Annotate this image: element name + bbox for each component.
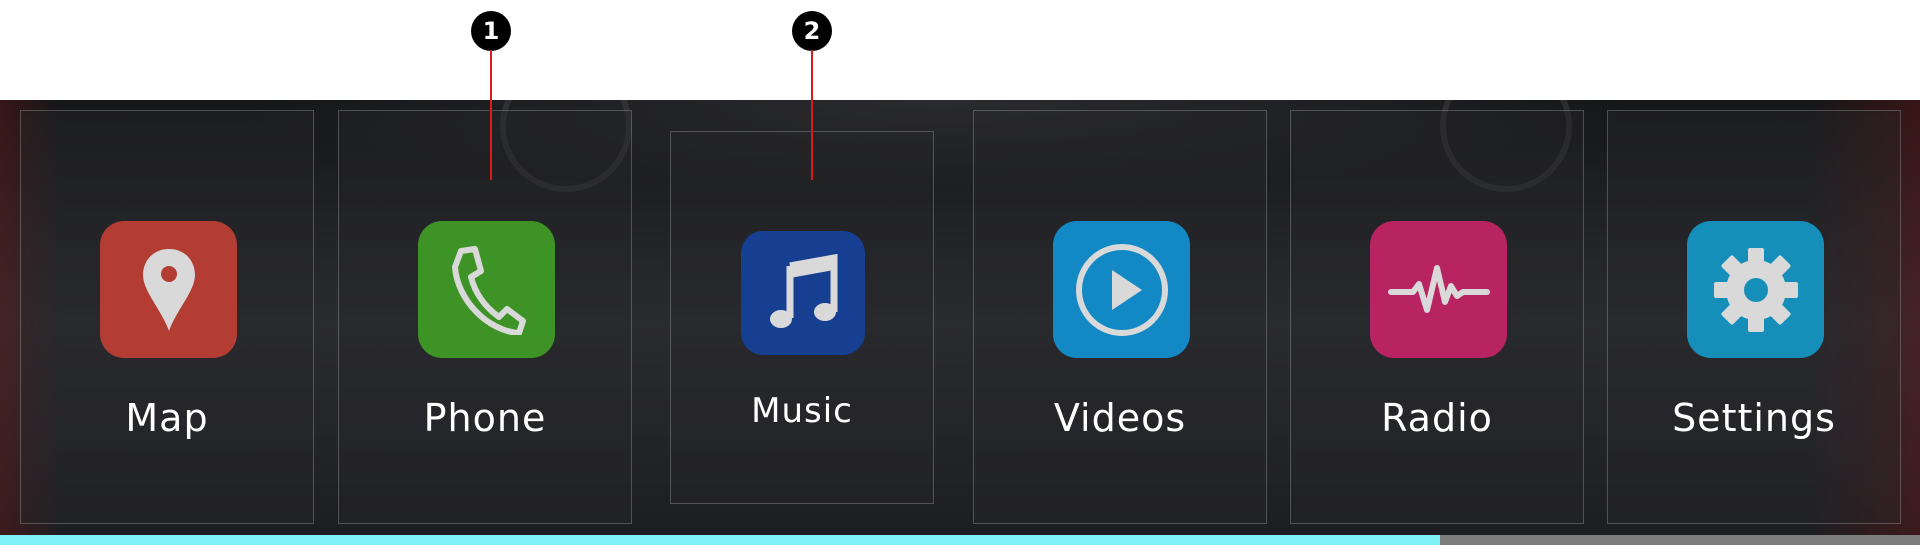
- callout-2: 2: [792, 11, 832, 51]
- progress-bar-fill: [0, 535, 1440, 545]
- phone-icon: [451, 245, 526, 335]
- app-tile-phone[interactable]: Phone: [338, 110, 632, 524]
- app-tile-music[interactable]: Music: [670, 131, 934, 504]
- app-tile-videos[interactable]: Videos: [973, 110, 1267, 524]
- radio-app-label: Radio: [1381, 396, 1493, 440]
- settings-app-icon: [1687, 221, 1824, 358]
- music-app-label: Music: [751, 391, 853, 431]
- phone-app-label: Phone: [423, 396, 547, 440]
- app-tile-settings[interactable]: Settings: [1607, 110, 1901, 524]
- progress-bar: [0, 535, 1920, 545]
- videos-app-label: Videos: [1053, 396, 1187, 440]
- map-app-label: Map: [125, 396, 209, 440]
- map-app-icon: [100, 221, 237, 358]
- play-icon: [1075, 243, 1168, 336]
- callout-1-leader: [490, 50, 492, 180]
- waveform-icon: [1387, 264, 1490, 313]
- phone-app-icon: [418, 221, 555, 358]
- callout-1: 1: [471, 11, 511, 51]
- page: 1 2 Map Phone Music Videos Radio Setting…: [0, 0, 1920, 545]
- gear-icon: [1713, 247, 1798, 332]
- videos-app-icon: [1053, 221, 1190, 358]
- home-screen: Map Phone Music Videos Radio Settings: [0, 100, 1920, 545]
- radio-app-icon: [1370, 221, 1507, 358]
- music-app-icon: [741, 231, 865, 355]
- callout-2-leader: [811, 50, 813, 180]
- settings-app-label: Settings: [1672, 396, 1836, 440]
- app-tile-radio[interactable]: Radio: [1290, 110, 1584, 524]
- app-tile-map[interactable]: Map: [20, 110, 314, 524]
- map-pin-icon: [142, 248, 195, 331]
- music-note-icon: [770, 254, 838, 328]
